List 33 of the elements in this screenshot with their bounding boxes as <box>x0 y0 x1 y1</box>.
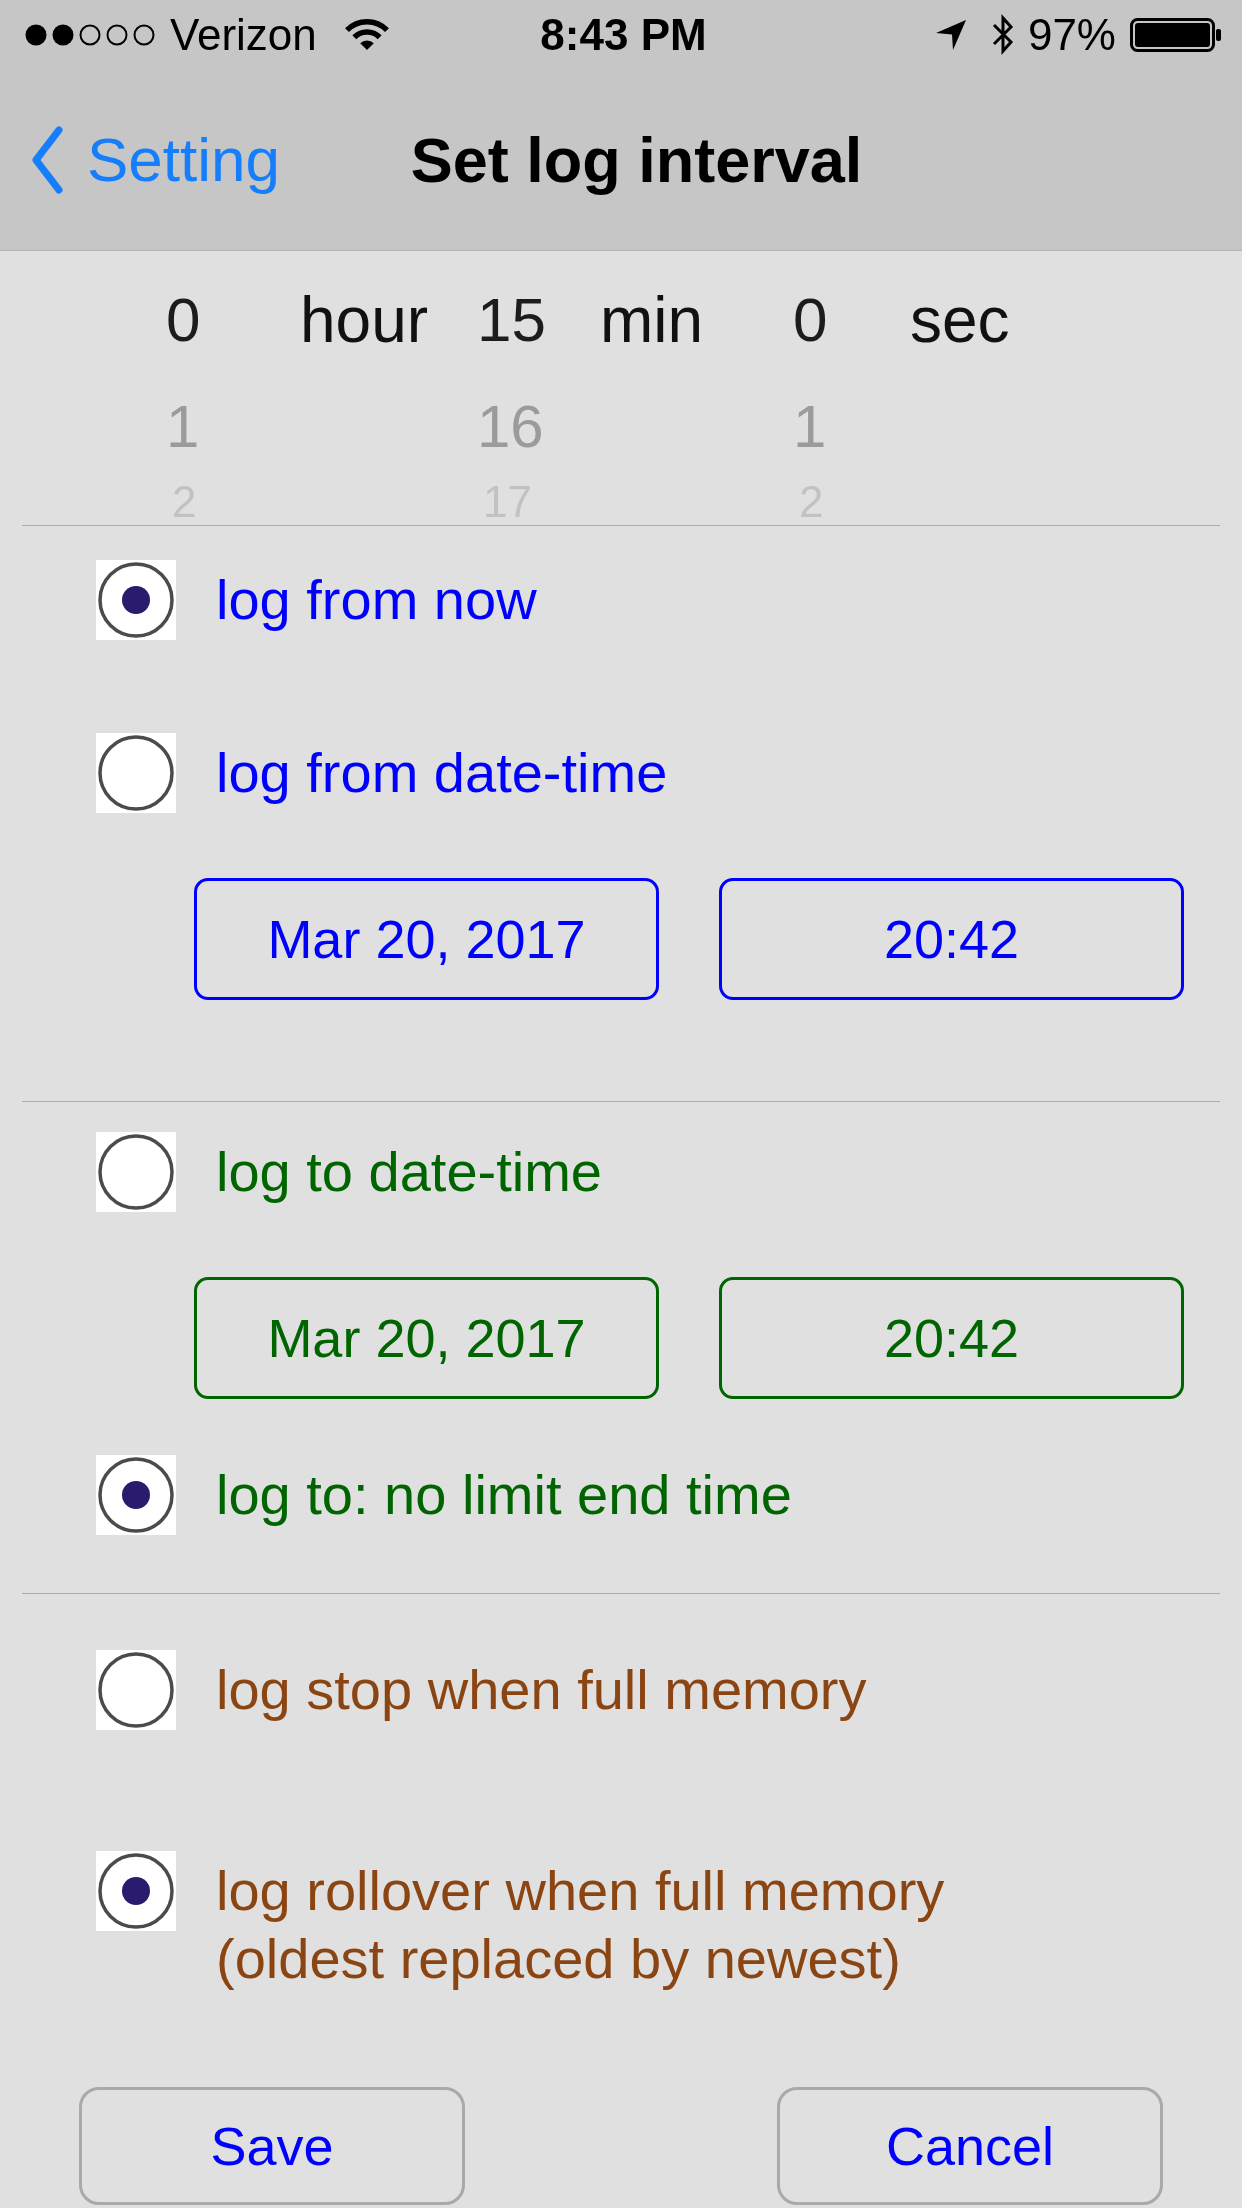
option-label: log rollover when full memory (oldest replaced by newest) <box>216 1858 945 1992</box>
radio-button[interactable] <box>96 1650 176 1730</box>
option-label: log to: no limit end time <box>216 1462 792 1528</box>
bluetooth-icon <box>990 14 1015 56</box>
option-label: log to date-time <box>216 1139 602 1205</box>
option-label: log from date-time <box>216 740 668 806</box>
wifi-icon <box>343 18 390 52</box>
picker-value[interactable]: 0 <box>793 284 828 356</box>
cancel-button[interactable]: Cancel <box>777 2087 1163 2205</box>
carrier-name: Verizon <box>170 10 317 60</box>
battery-percentage: 97% <box>1027 10 1116 60</box>
date-button[interactable]: Mar 20, 2017 <box>194 878 659 1000</box>
date-button[interactable]: Mar 20, 2017 <box>194 1277 659 1399</box>
time-button[interactable]: 20:42 <box>719 1277 1184 1399</box>
picker-unit-label: min <box>600 284 704 356</box>
picker-unit-label: hour <box>300 284 429 356</box>
radio-button[interactable] <box>96 1132 176 1212</box>
picker-value[interactable]: 0 <box>166 284 201 356</box>
picker-value[interactable]: 15 <box>477 284 546 356</box>
radio-button[interactable] <box>96 560 176 640</box>
option-label: log from now <box>216 567 537 633</box>
radio-button[interactable] <box>96 1851 176 1931</box>
battery-icon <box>1130 18 1222 52</box>
clock-time: 8:43 PM <box>540 10 707 60</box>
save-button[interactable]: Save <box>79 2087 465 2205</box>
screen-title: Set log interval <box>410 124 863 196</box>
option-label: log stop when full memory <box>216 1657 867 1723</box>
time-button[interactable]: 20:42 <box>719 878 1184 1000</box>
radio-button[interactable] <box>96 1455 176 1535</box>
radio-button[interactable] <box>96 733 176 813</box>
picker-unit-label: sec <box>910 284 1010 356</box>
location-arrow-icon <box>934 19 967 51</box>
chevron-left-icon <box>31 126 63 194</box>
